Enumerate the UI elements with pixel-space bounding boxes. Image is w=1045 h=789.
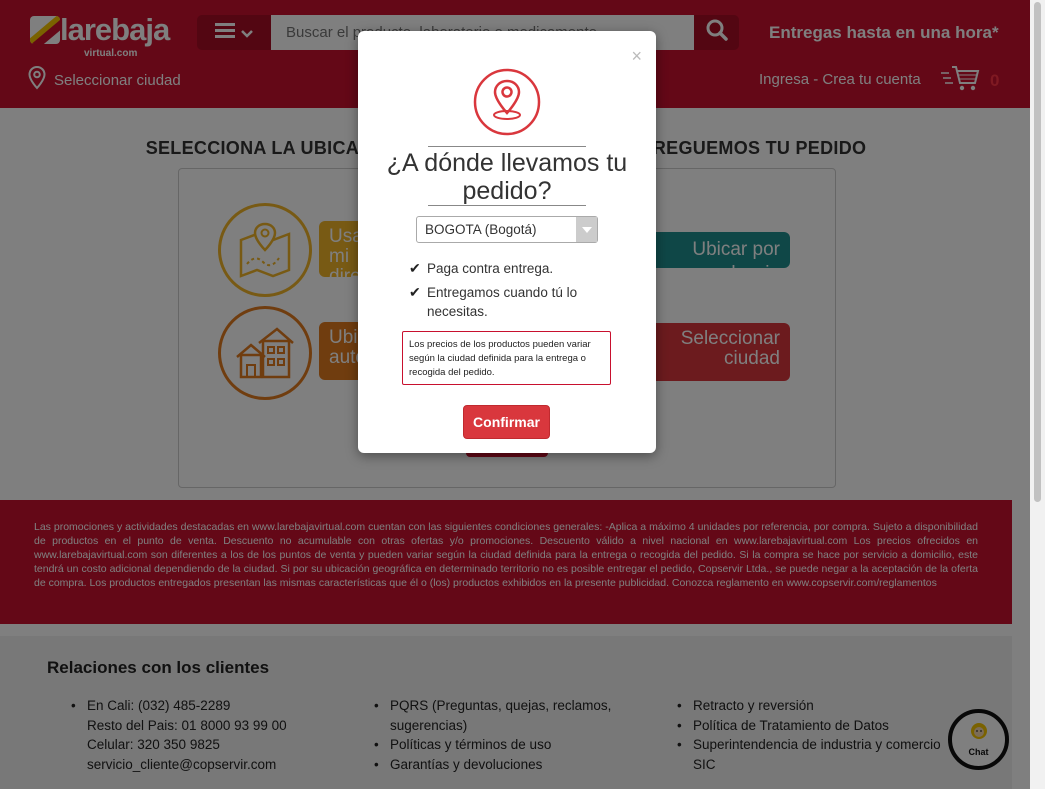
benefit-text: Paga contra entrega. xyxy=(427,261,554,276)
divider-top xyxy=(428,146,586,147)
benefit-item: ✔ Paga contra entrega. xyxy=(409,259,553,278)
dropdown-arrow-icon xyxy=(576,217,597,242)
divider-bottom xyxy=(428,205,586,206)
close-icon[interactable]: × xyxy=(631,47,642,65)
page-scrollbar[interactable] xyxy=(1030,0,1045,789)
benefit-text: Entregamos cuando tú lo necesitas. xyxy=(427,285,578,319)
scrollbar-thumb[interactable] xyxy=(1034,2,1041,502)
price-notice: Los precios de los productos pueden vari… xyxy=(402,331,611,385)
city-dropdown-value: BOGOTA (Bogotá) xyxy=(425,222,537,237)
checkmark-icon: ✔ xyxy=(409,260,421,276)
modal-title: ¿A dónde llevamos tu pedido? xyxy=(386,149,628,205)
benefit-item: ✔ Entregamos cuando tú lo necesitas. xyxy=(409,283,599,321)
city-selection-modal: × ¿A dónde llevamos tu pedido? BOGOTA (B… xyxy=(358,31,656,453)
city-dropdown[interactable]: BOGOTA (Bogotá) xyxy=(416,216,598,243)
checkmark-icon: ✔ xyxy=(409,284,421,300)
location-pin-icon xyxy=(473,68,541,136)
confirm-button[interactable]: Confirmar xyxy=(463,405,550,439)
